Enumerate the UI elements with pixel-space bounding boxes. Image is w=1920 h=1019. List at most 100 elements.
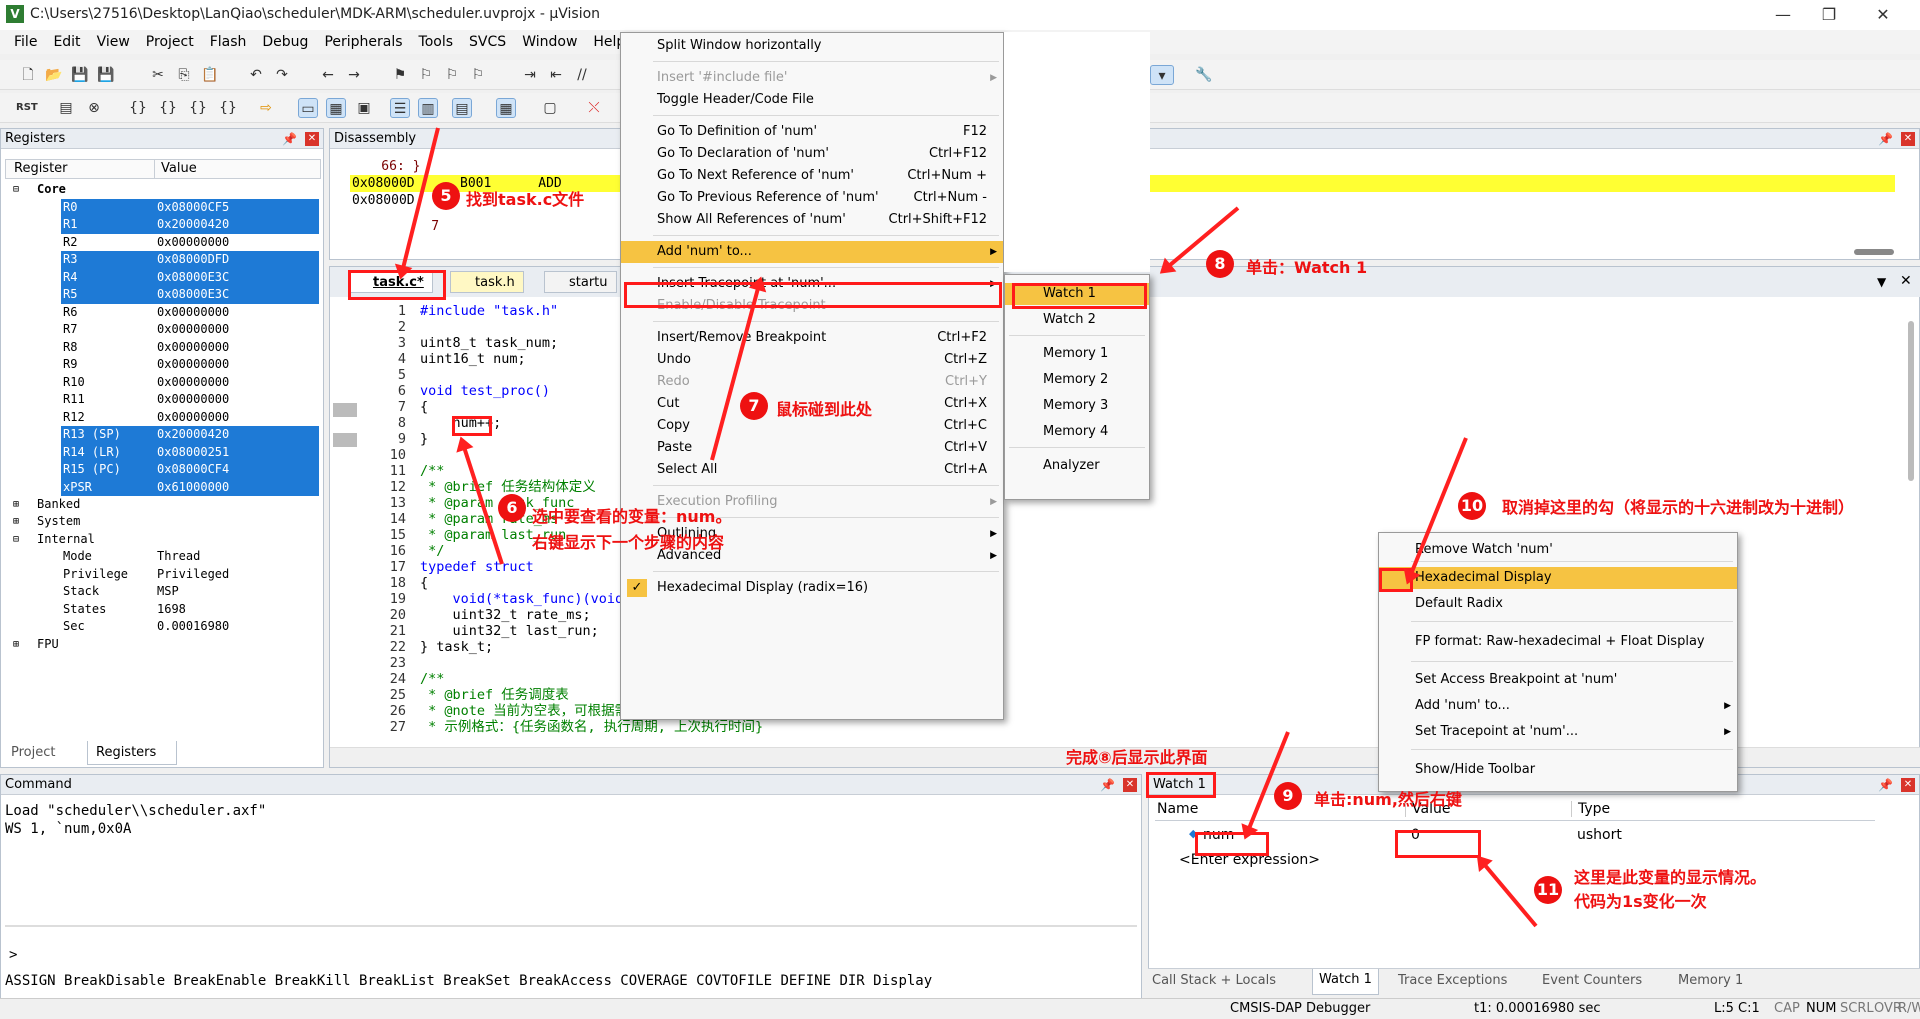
- tree-internal[interactable]: ⊟ Internal: [1, 531, 321, 549]
- stop-icon[interactable]: ⊗: [84, 98, 104, 118]
- submenu-item[interactable]: Analyzer: [1005, 455, 1149, 477]
- undo-icon[interactable]: ↶: [246, 65, 266, 85]
- internal-row[interactable]: Mode Thread: [1, 548, 321, 566]
- watch-menu-item[interactable]: Set Tracepoint at 'num'... ▶: [1379, 721, 1737, 743]
- register-row[interactable]: R10 0x00000000: [1, 374, 321, 392]
- register-row[interactable]: R7 0x00000000: [1, 321, 321, 339]
- step-out-icon[interactable]: {}: [188, 98, 208, 118]
- context-menu-item[interactable]: Undo Ctrl+Z: [621, 349, 1003, 371]
- register-row[interactable]: R1 0x20000420: [1, 216, 321, 234]
- context-menu-item[interactable]: Redo Ctrl+Y: [621, 371, 1003, 393]
- show-next-statement-icon[interactable]: ⇨: [256, 98, 276, 118]
- tab-list-dropdown[interactable]: ▼: [1877, 275, 1886, 289]
- register-row[interactable]: R8 0x00000000: [1, 339, 321, 357]
- watch-menu-item[interactable]: Set Access Breakpoint at 'num': [1379, 669, 1737, 691]
- run-icon[interactable]: ▤: [56, 98, 76, 118]
- register-row[interactable]: R15 (PC) 0x08000CF4: [1, 461, 321, 479]
- disassembly-window-icon[interactable]: ▦: [326, 98, 346, 118]
- run-to-cursor-icon[interactable]: {}: [218, 98, 238, 118]
- submenu-item[interactable]: Watch 2: [1005, 309, 1149, 331]
- call-stack-window-icon[interactable]: ▥: [418, 98, 438, 118]
- nav-back-icon[interactable]: ←: [318, 65, 338, 85]
- close-icon[interactable]: ✕: [305, 132, 319, 146]
- memory-window-icon[interactable]: ▦: [496, 98, 516, 118]
- submenu-item[interactable]: Memory 1: [1005, 343, 1149, 365]
- tree-core[interactable]: ⊟ Core: [1, 181, 321, 199]
- context-menu-item[interactable]: Toggle Header/Code File: [621, 89, 1003, 111]
- cut-icon[interactable]: ✂: [148, 65, 168, 85]
- bookmark-clear-icon[interactable]: ⚐: [468, 65, 488, 85]
- context-menu-item[interactable]: Select All Ctrl+A: [621, 459, 1003, 481]
- register-row[interactable]: R11 0x00000000: [1, 391, 321, 409]
- context-menu-item[interactable]: Go To Previous Reference of 'num' Ctrl+Nu…: [621, 187, 1003, 209]
- bookmark-next-icon[interactable]: ⚐: [442, 65, 462, 85]
- submenu-item[interactable]: Memory 3: [1005, 395, 1149, 417]
- register-row[interactable]: R12 0x00000000: [1, 409, 321, 427]
- save-icon[interactable]: 💾: [70, 65, 90, 85]
- tab-startup[interactable]: startu: [544, 271, 617, 293]
- internal-row[interactable]: Privilege Privileged: [1, 566, 321, 584]
- menu-project[interactable]: Project: [138, 34, 202, 50]
- command-input[interactable]: [21, 945, 1131, 965]
- internal-row[interactable]: States 1698: [1, 601, 321, 619]
- unindent-icon[interactable]: ⇤: [546, 65, 566, 85]
- context-menu-item[interactable]: Show All References of 'num' Ctrl+Shift+F…: [621, 209, 1003, 231]
- internal-row[interactable]: Sec 0.00016980: [1, 618, 321, 636]
- tree-fpu[interactable]: ⊞ FPU: [1, 636, 321, 654]
- tree-system[interactable]: ⊞ System: [1, 513, 321, 531]
- maximize-button[interactable]: ❐: [1806, 0, 1852, 30]
- submenu-item[interactable]: Memory 2: [1005, 369, 1149, 391]
- horizontal-scrollbar[interactable]: [1854, 249, 1894, 255]
- bookmark-prev-icon[interactable]: ⚐: [416, 65, 436, 85]
- minimize-button[interactable]: —: [1760, 0, 1806, 30]
- context-menu-item[interactable]: Go To Declaration of 'num' Ctrl+F12: [621, 143, 1003, 165]
- save-all-icon[interactable]: 💾: [96, 65, 116, 85]
- close-icon[interactable]: ✕: [1901, 778, 1915, 792]
- tab-watch-1[interactable]: Watch 1: [1312, 969, 1379, 995]
- analysis-window-icon[interactable]: ⤬: [584, 98, 604, 118]
- close-button[interactable]: ✕: [1860, 0, 1906, 30]
- context-menu-item[interactable]: Insert '#include file' ▶: [621, 67, 1003, 89]
- close-file-icon[interactable]: ✕: [1900, 273, 1912, 289]
- pin-icon[interactable]: 📌: [282, 129, 297, 149]
- pin-icon[interactable]: 📌: [1878, 129, 1893, 149]
- menu-debug[interactable]: Debug: [254, 34, 316, 50]
- menu-window[interactable]: Window: [514, 34, 585, 50]
- watch-menu-item[interactable]: Remove Watch 'num': [1379, 539, 1737, 561]
- menu-peripherals[interactable]: Peripherals: [316, 34, 410, 50]
- nav-forward-icon[interactable]: →: [344, 65, 364, 85]
- tree-banked[interactable]: ⊞ Banked: [1, 496, 321, 514]
- menu-svcs[interactable]: SVCS: [461, 34, 514, 50]
- tab-task-h[interactable]: task.h: [450, 271, 524, 293]
- paste-icon[interactable]: 📋: [200, 65, 220, 85]
- internal-row[interactable]: Stack MSP: [1, 583, 321, 601]
- watch-menu-item[interactable]: Hexadecimal Display: [1379, 567, 1737, 589]
- register-row[interactable]: R9 0x00000000: [1, 356, 321, 374]
- tab-event-counters[interactable]: Event Counters: [1542, 973, 1642, 988]
- menu-flash[interactable]: Flash: [202, 34, 255, 50]
- step-into-icon[interactable]: {}: [128, 98, 148, 118]
- tab-registers[interactable]: Registers: [87, 741, 177, 765]
- submenu-item[interactable]: Memory 4: [1005, 421, 1149, 443]
- copy-icon[interactable]: ⎘: [174, 65, 194, 85]
- watch-menu-item[interactable]: Add 'num' to... ▶: [1379, 695, 1737, 717]
- registers-window-icon[interactable]: ☰: [390, 98, 410, 118]
- context-menu-item[interactable]: Go To Definition of 'num' F12: [621, 121, 1003, 143]
- close-icon[interactable]: ✕: [1123, 778, 1137, 792]
- open-file-icon[interactable]: 📂: [44, 65, 64, 85]
- register-row[interactable]: R2 0x00000000: [1, 234, 321, 252]
- context-menu-item[interactable]: Paste Ctrl+V: [621, 437, 1003, 459]
- register-row[interactable]: R6 0x00000000: [1, 304, 321, 322]
- reset-icon[interactable]: RST: [16, 98, 38, 118]
- tab-call-stack[interactable]: Call Stack + Locals: [1152, 973, 1276, 988]
- editor-vscroll[interactable]: [1908, 321, 1914, 481]
- watch-menu-item[interactable]: FP format: Raw-hexadecimal + Float Displ…: [1379, 631, 1737, 653]
- bookmark-icon[interactable]: ⚑: [390, 65, 410, 85]
- register-row[interactable]: xPSR 0x61000000: [1, 478, 321, 496]
- comment-icon[interactable]: //: [572, 65, 592, 85]
- menu-file[interactable]: File: [6, 34, 45, 50]
- configure-icon[interactable]: 🔧: [1194, 65, 1214, 85]
- close-icon[interactable]: ✕: [1901, 132, 1915, 146]
- tab-project[interactable]: Project: [5, 741, 85, 765]
- context-menu-item[interactable]: Go To Next Reference of 'num' Ctrl+Num +: [621, 165, 1003, 187]
